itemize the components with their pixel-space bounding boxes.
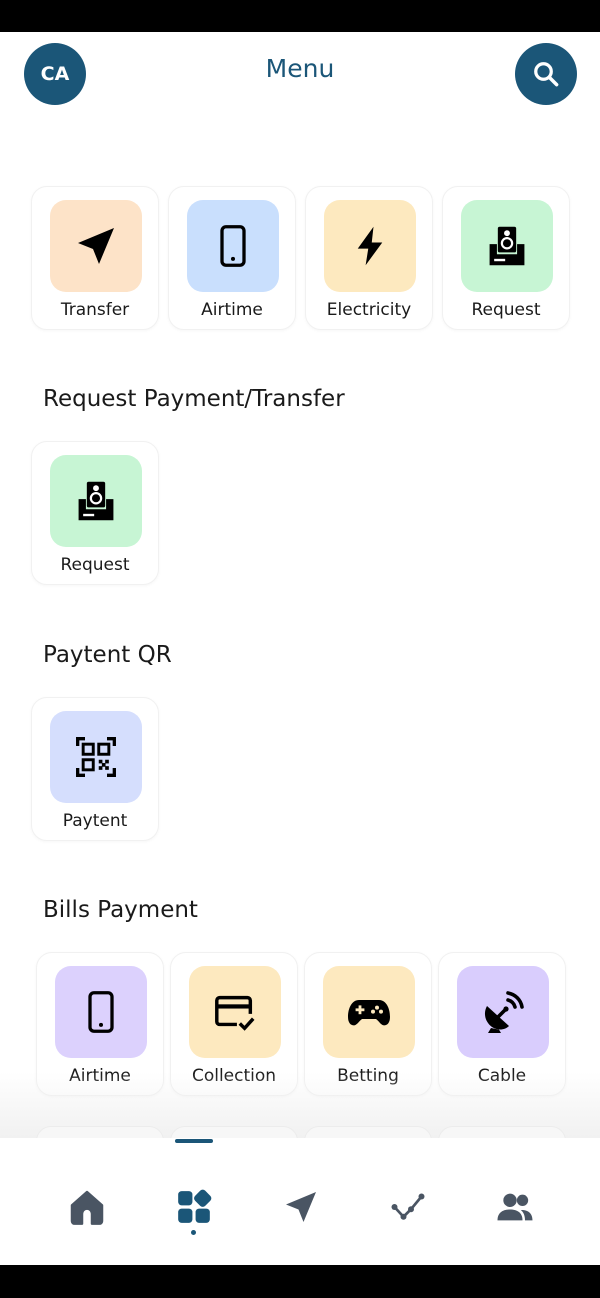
tile [50, 200, 142, 292]
tile [189, 966, 281, 1058]
analytics-icon [391, 1193, 425, 1220]
nav-transfer[interactable] [276, 1182, 326, 1232]
tile [323, 966, 415, 1058]
phone-icon [88, 991, 114, 1033]
send-icon [286, 1192, 316, 1222]
request-icon [489, 226, 525, 266]
gamepad-icon [348, 1000, 390, 1026]
lightning-icon [357, 226, 383, 266]
tile [187, 200, 279, 292]
active-tab-indicator [175, 1139, 213, 1143]
request-item-label: Request [60, 555, 130, 575]
send-icon [78, 228, 114, 264]
qr-code-icon [76, 737, 116, 777]
quick-action-request[interactable]: Request [442, 186, 570, 330]
request-item[interactable]: Request [31, 441, 159, 585]
tile [50, 711, 142, 803]
active-tab-dot [191, 1230, 196, 1235]
tile [55, 966, 147, 1058]
paytent-qr-label: Paytent [62, 811, 128, 831]
system-nav-bar [0, 1265, 600, 1298]
quick-action-label: Airtime [201, 300, 263, 320]
quick-action-transfer[interactable]: Transfer [31, 186, 159, 330]
nav-menu[interactable] [169, 1182, 219, 1232]
menu-grid-icon [178, 1189, 212, 1223]
paytent-qr-item[interactable]: Paytent [31, 697, 159, 841]
quick-action-airtime[interactable]: Airtime [168, 186, 296, 330]
satellite-dish-icon [484, 991, 524, 1033]
nav-home[interactable] [62, 1182, 112, 1232]
tile [50, 455, 142, 547]
tile [457, 966, 549, 1058]
section-title-qr: Paytent QR [43, 642, 172, 668]
quick-action-label: Request [471, 300, 541, 320]
page-title: Menu [265, 54, 335, 83]
tile [324, 200, 416, 292]
section-title-bills: Bills Payment [43, 897, 198, 923]
section-title-request: Request Payment/Transfer [43, 386, 345, 412]
header: CA Menu [0, 32, 600, 112]
card-check-icon [215, 995, 255, 1031]
search-icon [534, 62, 559, 87]
search-button[interactable] [515, 43, 577, 105]
quick-action-label: Transfer [60, 300, 130, 320]
request-icon [78, 481, 114, 521]
status-bar [0, 0, 600, 32]
nav-analytics[interactable] [383, 1182, 433, 1232]
phone-icon [220, 225, 246, 267]
quick-action-label: Electricity [326, 300, 412, 320]
users-icon [497, 1193, 533, 1221]
app-screen: CA Menu Transfer Airtime Electricity Req… [0, 32, 600, 1265]
home-icon [70, 1190, 104, 1225]
nav-users[interactable] [490, 1182, 540, 1232]
tile [461, 200, 553, 292]
quick-action-electricity[interactable]: Electricity [305, 186, 433, 330]
